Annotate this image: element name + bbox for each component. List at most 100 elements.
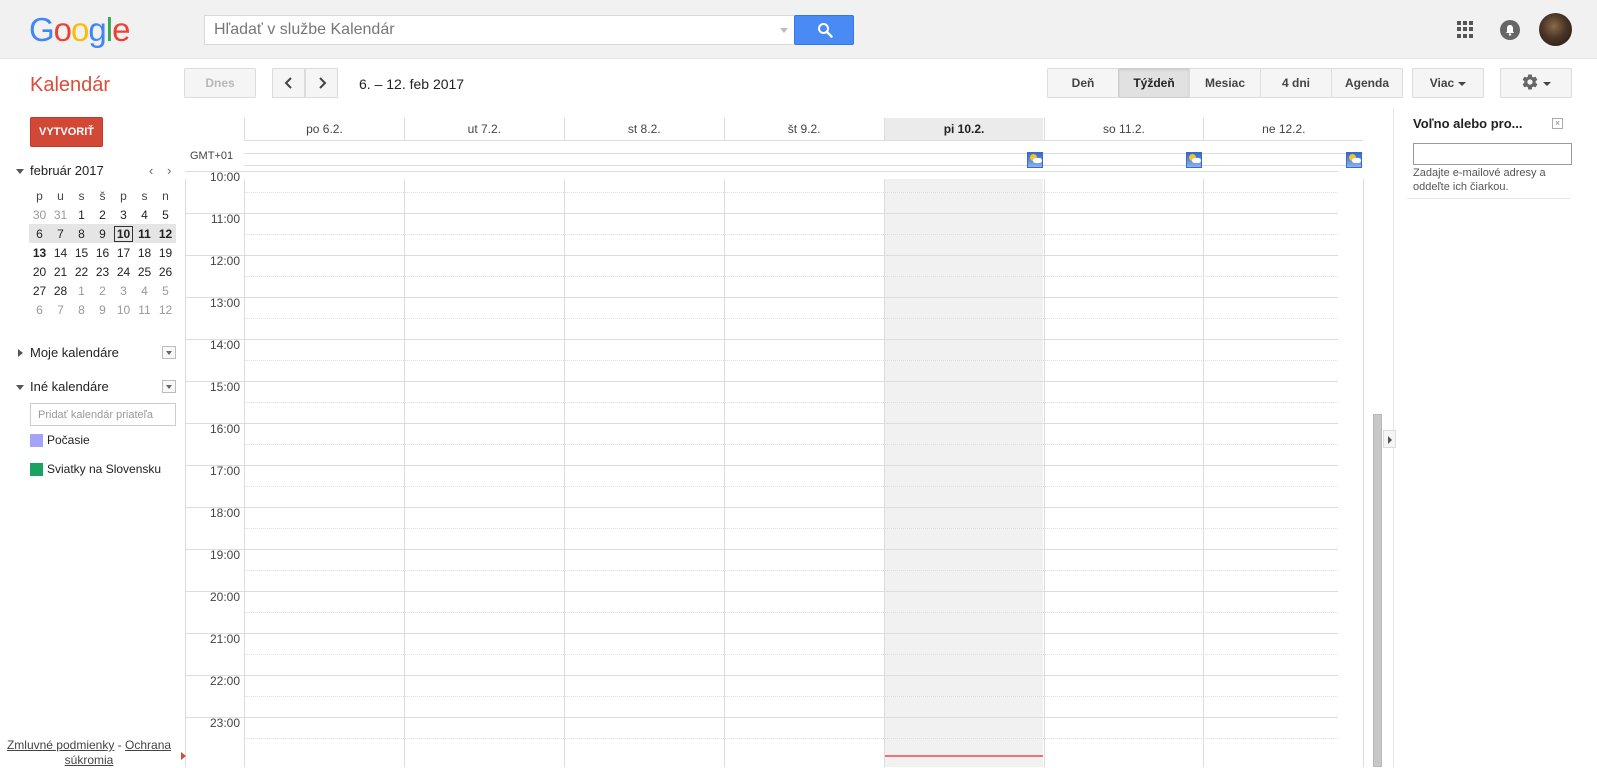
next-week-button[interactable]: [305, 68, 338, 98]
search-options-chevron-icon[interactable]: [780, 28, 788, 33]
terms-link[interactable]: Zmluvné podmienky: [7, 738, 114, 752]
other-calendars-menu-button[interactable]: [162, 380, 176, 393]
search-box[interactable]: [204, 15, 795, 45]
calendar-name[interactable]: Počasie: [47, 433, 90, 447]
notifications-bell-icon[interactable]: [1500, 20, 1520, 40]
expand-triangle-icon[interactable]: [18, 349, 23, 357]
mini-calendar-day[interactable]: 2: [92, 205, 113, 224]
today-column[interactable]: [883, 179, 1044, 767]
mini-calendar-day[interactable]: 10: [113, 224, 134, 243]
half-hour-gridline: [244, 654, 1338, 655]
close-icon[interactable]: ×: [1552, 118, 1563, 129]
mini-calendar-day[interactable]: 3: [113, 205, 134, 224]
search-button[interactable]: [794, 15, 854, 45]
account-avatar[interactable]: [1539, 13, 1572, 46]
previous-week-button[interactable]: [272, 68, 305, 98]
mini-calendar-day[interactable]: 30: [29, 205, 50, 224]
mini-calendar-day[interactable]: 10: [113, 300, 134, 319]
mini-calendar-day[interactable]: 11: [134, 300, 155, 319]
view-button[interactable]: 4 dni: [1260, 68, 1332, 98]
mini-calendar-day[interactable]: 19: [155, 243, 176, 262]
my-calendars-label[interactable]: Moje kalendáre: [30, 345, 119, 360]
weather-icon[interactable]: [1186, 152, 1203, 168]
view-button[interactable]: Agenda: [1331, 68, 1403, 98]
mini-calendar-day[interactable]: 6: [29, 224, 50, 243]
time-grid[interactable]: 10:00 11:00 12:00 13:00 14:00 15:00 16:00 17:00…: [181, 170, 1365, 767]
mini-calendar-day[interactable]: 18: [134, 243, 155, 262]
collapse-triangle-icon[interactable]: [16, 385, 24, 390]
mini-calendar-day[interactable]: 17: [113, 243, 134, 262]
mini-calendar-day[interactable]: 21: [50, 262, 71, 281]
calendar-name[interactable]: Sviatky na Slovensku: [47, 462, 161, 476]
mini-calendar-day[interactable]: 6: [29, 300, 50, 319]
mini-calendar-day[interactable]: 12: [155, 224, 176, 243]
mini-calendar-day[interactable]: 1: [71, 281, 92, 300]
mini-calendar-day[interactable]: 7: [50, 300, 71, 319]
apps-grid-icon[interactable]: [1457, 21, 1474, 38]
mini-calendar-day[interactable]: 26: [155, 262, 176, 281]
view-button[interactable]: Deň: [1047, 68, 1119, 98]
add-friend-calendar-input[interactable]: [30, 403, 176, 426]
mini-calendar-day[interactable]: 24: [113, 262, 134, 281]
mini-calendar-day[interactable]: 23: [92, 262, 113, 281]
free-busy-hint: Zadajte e-mailové adresy a oddeľte ich č…: [1413, 167, 1546, 193]
search-input[interactable]: [205, 16, 765, 44]
mini-calendar-day[interactable]: 13: [29, 243, 50, 262]
mini-calendar-day[interactable]: 4: [134, 205, 155, 224]
logo-letter: G: [29, 11, 55, 48]
mini-calendar-day[interactable]: 5: [155, 281, 176, 300]
weather-icon[interactable]: [1026, 152, 1043, 168]
weekday-header: p: [120, 188, 127, 203]
mini-calendar-next-button[interactable]: ›: [167, 163, 171, 178]
mini-calendar-title[interactable]: február 2017: [30, 163, 104, 178]
app-title[interactable]: Kalendár: [30, 74, 110, 97]
mini-calendar-day[interactable]: 2: [92, 281, 113, 300]
mini-calendar-day[interactable]: 8: [71, 300, 92, 319]
mini-calendar-day[interactable]: 20: [29, 262, 50, 281]
free-busy-email-input[interactable]: [1413, 143, 1572, 165]
today-button[interactable]: Dnes: [184, 68, 256, 98]
mini-calendar-day[interactable]: 9: [92, 224, 113, 243]
mini-calendar-day[interactable]: 5: [155, 205, 176, 224]
grid-scrollbar[interactable]: [1373, 414, 1382, 767]
mini-calendar-day[interactable]: 27: [29, 281, 50, 300]
mini-calendar-day[interactable]: 22: [71, 262, 92, 281]
day-header[interactable]: št 9.2.: [723, 118, 884, 140]
my-calendars-menu-button[interactable]: [162, 346, 176, 359]
create-event-button[interactable]: VYTVORIŤ: [30, 117, 103, 147]
day-header[interactable]: ne 12.2.: [1203, 118, 1363, 140]
collapse-triangle-icon[interactable]: [16, 169, 24, 174]
mini-calendar-day[interactable]: 9: [92, 300, 113, 319]
mini-calendar-day[interactable]: 14: [50, 243, 71, 262]
day-header[interactable]: pi 10.2.: [883, 118, 1044, 140]
weather-icon[interactable]: [1346, 152, 1363, 168]
mini-calendar-day[interactable]: 8: [71, 224, 92, 243]
day-header[interactable]: po 6.2.: [244, 118, 404, 140]
hour-gridline: [185, 591, 1338, 592]
mini-calendar-day[interactable]: 16: [92, 243, 113, 262]
settings-button[interactable]: [1500, 68, 1572, 98]
more-views-button[interactable]: Viac: [1412, 68, 1484, 98]
mini-calendar-day[interactable]: 7: [50, 224, 71, 243]
day-header[interactable]: st 8.2.: [563, 118, 724, 140]
mini-calendar-day[interactable]: 4: [134, 281, 155, 300]
view-button[interactable]: Týždeň: [1118, 68, 1190, 98]
view-button[interactable]: Mesiac: [1189, 68, 1261, 98]
mini-calendar-prev-button[interactable]: ‹: [149, 163, 153, 178]
calendar-color-swatch[interactable]: [30, 463, 43, 476]
mini-calendar-day[interactable]: 3: [113, 281, 134, 300]
other-calendars-label[interactable]: Iné kalendáre: [30, 379, 109, 394]
date-range: 6. – 12. feb 2017: [359, 76, 465, 92]
mini-calendar-day[interactable]: 1: [71, 205, 92, 224]
mini-calendar-day[interactable]: 12: [155, 300, 176, 319]
mini-calendar-day[interactable]: 31: [50, 205, 71, 224]
mini-calendar-day[interactable]: 15: [71, 243, 92, 262]
mini-calendar-day[interactable]: 11: [134, 224, 155, 243]
google-logo[interactable]: Google: [29, 11, 130, 49]
mini-calendar-day[interactable]: 25: [134, 262, 155, 281]
day-header[interactable]: so 11.2.: [1043, 118, 1204, 140]
day-header[interactable]: ut 7.2.: [403, 118, 564, 140]
calendar-color-swatch[interactable]: [30, 434, 43, 447]
mini-calendar-day[interactable]: 28: [50, 281, 71, 300]
right-panel-toggle-button[interactable]: [1383, 430, 1396, 448]
